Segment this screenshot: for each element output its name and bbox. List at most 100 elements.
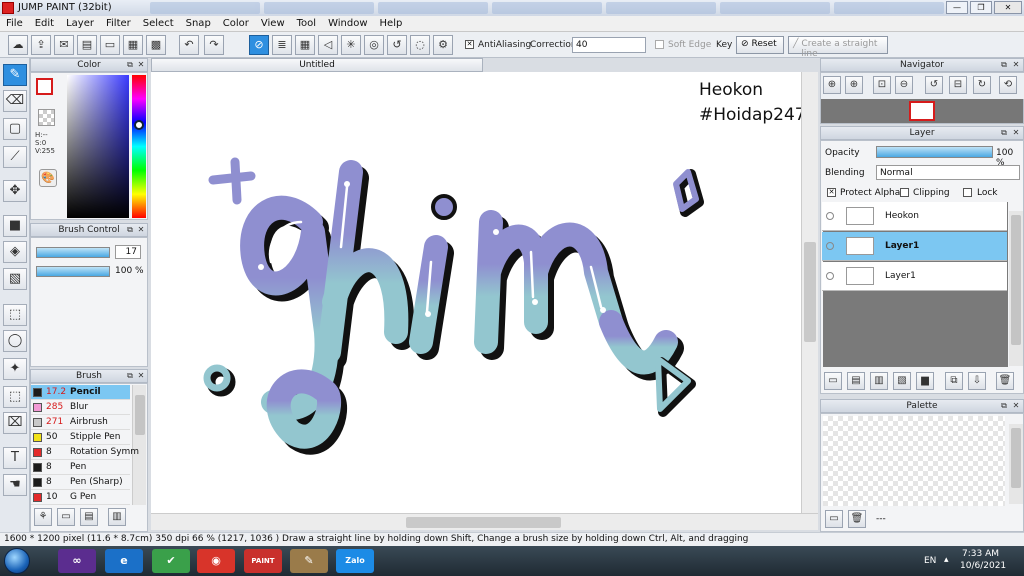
page-list-icon[interactable]: ▦ [123, 35, 143, 55]
foreground-color-swatch[interactable] [36, 78, 53, 95]
move-tool-icon[interactable]: ✥ [3, 180, 27, 202]
gradient-tool-icon[interactable]: ▧ [3, 268, 27, 290]
eraser-tool-icon[interactable]: ⌫ [3, 90, 27, 112]
flip-icon[interactable]: ⊟ [949, 76, 967, 94]
merge-layer-icon[interactable]: ⇩ [968, 372, 986, 390]
menu-select[interactable]: Select [143, 18, 174, 29]
brush-item[interactable]: 17.2 Pencil [31, 385, 130, 400]
canvas-area[interactable]: Heokon #Hoidap247 [151, 72, 818, 530]
layer-visibility-icon[interactable] [826, 212, 834, 220]
layer-item[interactable]: Layer1 [822, 262, 1007, 291]
menu-filter[interactable]: Filter [106, 18, 131, 29]
folder-icon[interactable]: ▆ [916, 372, 934, 390]
menu-window[interactable]: Window [328, 18, 367, 29]
layer-item[interactable]: Layer1 [822, 232, 1007, 261]
new-folder-layer-icon[interactable]: ▥ [870, 372, 888, 390]
panel-float-icon[interactable]: ⧉ [125, 59, 135, 71]
panel-close-icon[interactable]: ✕ [1011, 127, 1021, 139]
zoom-out-icon[interactable]: ⊖ [895, 76, 913, 94]
brush-opacity-slider[interactable] [36, 266, 110, 277]
snap-radial-icon[interactable]: ✳ [341, 35, 361, 55]
snap-curve-icon[interactable]: ↺ [387, 35, 407, 55]
canvas-vertical-scrollbar[interactable] [801, 72, 818, 513]
maximize-button[interactable]: ❐ [970, 1, 992, 14]
cloud-icon[interactable]: ☁ [8, 35, 28, 55]
tone-layer-icon[interactable]: ▧ [893, 372, 911, 390]
brush-size-slider[interactable] [36, 247, 110, 258]
transparent-color-swatch[interactable] [38, 109, 55, 126]
hue-handle[interactable] [134, 120, 144, 130]
menu-layer[interactable]: Layer [66, 18, 94, 29]
brush-menu-icon[interactable]: ▤ [80, 508, 98, 526]
delete-layer-icon[interactable]: 🗑 [996, 372, 1014, 390]
layer-list-scrollbar[interactable] [1009, 211, 1023, 366]
color-palette-icon[interactable]: 🎨 [39, 169, 57, 187]
brush-item[interactable]: 10 G Pen [31, 490, 130, 505]
new-layer-icon[interactable]: ▭ [824, 372, 842, 390]
lock-checkbox[interactable] [963, 188, 972, 197]
lasso-tool-icon[interactable]: ◯ [3, 330, 27, 352]
antialiasing-checkbox[interactable]: ✕ [465, 40, 474, 49]
palette-new-icon[interactable]: ▭ [825, 510, 843, 528]
menu-help[interactable]: Help [380, 18, 403, 29]
snap-parallel-icon[interactable]: ≣ [272, 35, 292, 55]
menu-edit[interactable]: Edit [35, 18, 54, 29]
magic-wand-tool-icon[interactable]: ✦ [3, 358, 27, 380]
brush-item[interactable]: 271 Airbrush [31, 415, 130, 430]
duplicate-layer-icon[interactable]: ⧉ [945, 372, 963, 390]
canvas-tab[interactable]: Untitled [151, 58, 483, 72]
panel-float-icon[interactable]: ⧉ [125, 224, 135, 236]
reset-view-icon[interactable]: ⟲ [999, 76, 1017, 94]
snap-grid-icon[interactable]: ▦ [295, 35, 315, 55]
layer-opacity-slider[interactable] [876, 146, 993, 158]
canvas-horizontal-scrollbar[interactable] [151, 513, 818, 530]
brush-size-input[interactable]: 17 [115, 245, 141, 259]
zoom-in-icon[interactable]: ⊕ [823, 76, 841, 94]
zoom-in-alt-icon[interactable]: ⊕ [845, 76, 863, 94]
clock-date[interactable]: 10/6/2021 [960, 561, 1006, 571]
protect-alpha-checkbox[interactable]: ✕ [827, 188, 836, 197]
select-pen-tool-icon[interactable]: ⬚ [3, 386, 27, 408]
panel-float-icon[interactable]: ⧉ [999, 59, 1009, 71]
snap-perspective-icon[interactable]: ◁ [318, 35, 338, 55]
menu-snap[interactable]: Snap [186, 18, 211, 29]
menu-color[interactable]: Color [223, 18, 249, 29]
clock-time[interactable]: 7:33 AM [962, 549, 999, 559]
internet-explorer-icon[interactable]: e [105, 549, 143, 573]
language-indicator[interactable]: EN [924, 556, 936, 566]
message-icon[interactable]: ▤ [77, 35, 97, 55]
layer-visibility-icon[interactable] [826, 242, 834, 250]
zalo-icon[interactable]: Zalo [336, 549, 374, 573]
blending-select[interactable]: Normal [876, 165, 1020, 180]
rectangle-select-tool-icon[interactable]: ▢ [3, 118, 27, 140]
brush-item[interactable]: 50 Stipple Pen [31, 430, 130, 445]
brush-add-icon[interactable]: ⚘ [34, 508, 52, 526]
palette-scrollbar[interactable] [1009, 424, 1023, 504]
menu-file[interactable]: File [6, 18, 23, 29]
redo-icon[interactable]: ↷ [204, 35, 224, 55]
rotate-right-icon[interactable]: ↻ [973, 76, 991, 94]
paint-tool-icon[interactable]: ✎ [290, 549, 328, 573]
select-eraser-tool-icon[interactable]: ⌧ [3, 412, 27, 434]
palette-delete-icon[interactable]: 🗑 [848, 510, 866, 528]
layer-item[interactable]: Heokon [822, 202, 1007, 231]
correction-select[interactable]: 40 [572, 37, 646, 53]
drawing-canvas[interactable]: Heokon #Hoidap247 [151, 72, 801, 513]
palette-swatches-area[interactable] [823, 416, 1005, 506]
navigator-preview[interactable] [909, 101, 935, 121]
panel-close-icon[interactable]: ✕ [1011, 400, 1021, 412]
menu-tool[interactable]: Tool [297, 18, 316, 29]
undo-icon[interactable]: ↶ [179, 35, 199, 55]
grid-layout-icon[interactable]: ▩ [146, 35, 166, 55]
reset-button[interactable]: ⊘ Reset [736, 36, 784, 54]
create-straight-line-button[interactable]: ╱ Create a straight line [788, 36, 888, 59]
fill-rect-tool-icon[interactable]: ■ [3, 215, 27, 237]
panel-float-icon[interactable]: ⧉ [999, 127, 1009, 139]
brush-settings-icon[interactable]: ▥ [108, 508, 126, 526]
jump-paint-taskbar-icon[interactable]: PAINT [244, 549, 282, 573]
tray-arrow-icon[interactable]: ▴ [944, 555, 949, 565]
new-layer-copy-icon[interactable]: ▤ [847, 372, 865, 390]
start-button[interactable] [4, 548, 30, 574]
brush-tool-icon[interactable]: ✎ [3, 64, 27, 86]
comment-icon[interactable]: ✉ [54, 35, 74, 55]
